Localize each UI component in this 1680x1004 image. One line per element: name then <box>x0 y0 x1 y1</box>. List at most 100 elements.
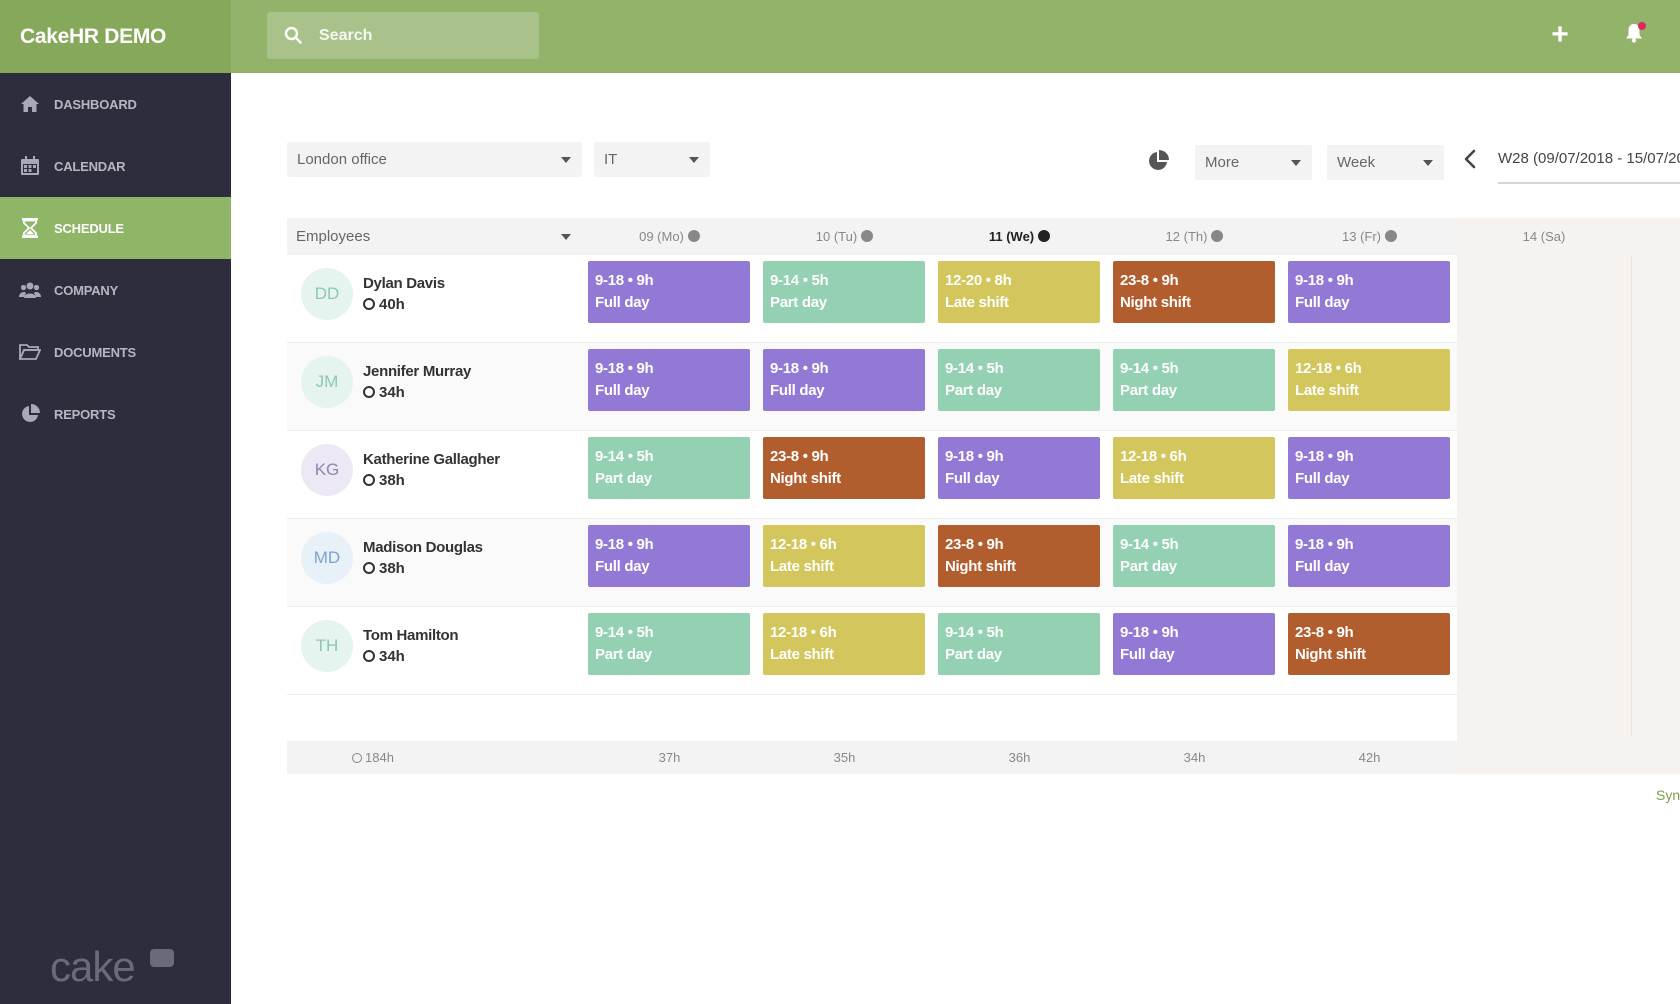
employee-name[interactable]: Katherine Gallagher <box>363 451 500 468</box>
day-header-mon[interactable]: 09 (Mo) <box>582 218 757 255</box>
employee-name[interactable]: Madison Douglas <box>363 539 483 556</box>
sidebar-item-schedule[interactable]: SCHEDULE <box>0 197 231 259</box>
shift-time: 9-18 • 9h <box>595 272 654 289</box>
shift-time: 9-18 • 9h <box>945 448 1004 465</box>
office-select[interactable]: London office <box>287 142 582 177</box>
shift-block[interactable]: 9-14 • 5h Part day <box>1113 525 1275 587</box>
sidebar-item-documents[interactable]: DOCUMENTS <box>0 321 231 383</box>
search-box[interactable] <box>267 12 539 59</box>
shift-block[interactable]: 9-18 • 9h Full day <box>588 261 750 323</box>
employee-hours-value: 38h <box>379 472 405 489</box>
day-header-fri[interactable]: 13 (Fr) <box>1282 218 1457 255</box>
search-icon <box>284 26 302 44</box>
sidebar-item-label: REPORTS <box>54 406 116 422</box>
avatar[interactable]: JM <box>301 356 353 408</box>
shift-block[interactable]: 9-14 • 5h Part day <box>588 613 750 675</box>
shift-block[interactable]: 9-18 • 9h Full day <box>1288 525 1450 587</box>
pie-chart-icon <box>1038 230 1051 242</box>
shift-block[interactable]: 9-14 • 5h Part day <box>588 437 750 499</box>
day-label: 09 (Mo) <box>639 229 684 244</box>
shift-block[interactable]: 9-18 • 9h Full day <box>1288 437 1450 499</box>
employee-hours: 40h <box>363 296 405 313</box>
shift-block[interactable]: 9-18 • 9h Full day <box>938 437 1100 499</box>
avatar[interactable]: MD <box>301 532 353 584</box>
shift-name: Part day <box>1120 382 1177 399</box>
total-overall-value: 184h <box>365 750 394 765</box>
pie-chart-icon[interactable] <box>1147 150 1169 172</box>
total-day-value: 37h <box>658 750 681 765</box>
employee-hours-value: 34h <box>379 384 405 401</box>
chevron-left-icon[interactable] <box>1463 149 1483 171</box>
more-select-value: More <box>1205 154 1240 171</box>
office-select-value: London office <box>297 151 387 168</box>
shift-time: 9-18 • 9h <box>1295 448 1354 465</box>
shift-name: Night shift <box>945 558 1016 575</box>
chevron-down-icon <box>689 157 699 163</box>
shift-block[interactable]: 9-18 • 9h Full day <box>763 349 925 411</box>
avatar[interactable]: KG <box>301 444 353 496</box>
day-header-tue[interactable]: 10 (Tu) <box>757 218 932 255</box>
employee-name[interactable]: Dylan Davis <box>363 275 445 292</box>
shift-block[interactable]: 12-18 • 6h Late shift <box>763 613 925 675</box>
shift-block[interactable]: 9-18 • 9h Full day <box>1113 613 1275 675</box>
total-day: 34h <box>1107 741 1282 774</box>
department-select[interactable]: IT <box>594 142 710 177</box>
employee-name[interactable]: Tom Hamilton <box>363 627 459 644</box>
shift-time: 9-18 • 9h <box>770 360 829 377</box>
shift-name: Full day <box>1295 470 1350 487</box>
bell-icon[interactable] <box>1624 22 1648 46</box>
shift-time: 12-20 • 8h <box>945 272 1012 289</box>
shift-block[interactable]: 23-8 • 9h Night shift <box>938 525 1100 587</box>
search-input[interactable] <box>319 12 529 59</box>
shift-block[interactable]: 12-18 • 6h Late shift <box>1113 437 1275 499</box>
shift-name: Late shift <box>770 558 834 575</box>
shift-time: 9-14 • 5h <box>770 272 829 289</box>
sidebar-item-company[interactable]: COMPANY <box>0 259 231 321</box>
shift-block[interactable]: 9-14 • 5h Part day <box>763 261 925 323</box>
sync-link[interactable]: Syn <box>1656 787 1680 803</box>
week-range-input[interactable]: W28 (09/07/2018 - 15/07/2018) <box>1498 148 1680 184</box>
total-day-value: 42h <box>1358 750 1381 765</box>
employee-hours: 38h <box>363 560 405 577</box>
avatar[interactable]: DD <box>301 268 353 320</box>
shift-time: 9-18 • 9h <box>1295 536 1354 553</box>
more-select[interactable]: More <box>1195 145 1312 180</box>
avatar[interactable]: TH <box>301 620 353 672</box>
sidebar-item-label: DASHBOARD <box>54 96 137 112</box>
sidebar-item-dashboard[interactable]: DASHBOARD <box>0 73 231 135</box>
shift-block[interactable]: 23-8 • 9h Night shift <box>1113 261 1275 323</box>
shift-time: 23-8 • 9h <box>1120 272 1179 289</box>
shift-name: Full day <box>1120 646 1175 663</box>
shift-block[interactable]: 9-14 • 5h Part day <box>1113 349 1275 411</box>
day-header-wed[interactable]: 11 (We) <box>932 218 1107 255</box>
shift-block[interactable]: 9-18 • 9h Full day <box>588 525 750 587</box>
view-select[interactable]: Week <box>1327 145 1444 180</box>
shift-block[interactable]: 9-14 • 5h Part day <box>938 613 1100 675</box>
hourglass-icon <box>19 217 41 239</box>
folder-icon <box>19 341 41 363</box>
sidebar-item-calendar[interactable]: CALENDAR <box>0 135 231 197</box>
shift-block[interactable]: 9-18 • 9h Full day <box>588 349 750 411</box>
shift-time: 9-18 • 9h <box>595 536 654 553</box>
shift-block[interactable]: 12-18 • 6h Late shift <box>763 525 925 587</box>
shift-block[interactable]: 9-18 • 9h Full day <box>1288 261 1450 323</box>
day-header-sat[interactable]: 14 (Sa) <box>1457 218 1631 255</box>
shift-block[interactable]: 12-20 • 8h Late shift <box>938 261 1100 323</box>
shift-block[interactable]: 12-18 • 6h Late shift <box>1288 349 1450 411</box>
day-label: 14 (Sa) <box>1522 229 1566 244</box>
shift-block[interactable]: 23-8 • 9h Night shift <box>763 437 925 499</box>
sidebar-item-reports[interactable]: REPORTS <box>0 383 231 445</box>
shift-block[interactable]: 23-8 • 9h Night shift <box>1288 613 1450 675</box>
employee-name[interactable]: Jennifer Murray <box>363 363 471 380</box>
app-title[interactable]: CakeHR DEMO <box>0 0 231 73</box>
total-day-value: 36h <box>1008 750 1031 765</box>
employees-filter[interactable]: Employees <box>287 218 582 255</box>
shift-time: 9-18 • 9h <box>1120 624 1179 641</box>
day-header-thu[interactable]: 12 (Th) <box>1107 218 1282 255</box>
day-label: 11 (We) <box>988 229 1035 244</box>
shift-name: Full day <box>1295 558 1350 575</box>
chevron-down-icon <box>1423 160 1433 166</box>
shift-name: Night shift <box>1295 646 1366 663</box>
shift-block[interactable]: 9-14 • 5h Part day <box>938 349 1100 411</box>
plus-icon[interactable]: + <box>1547 20 1573 50</box>
